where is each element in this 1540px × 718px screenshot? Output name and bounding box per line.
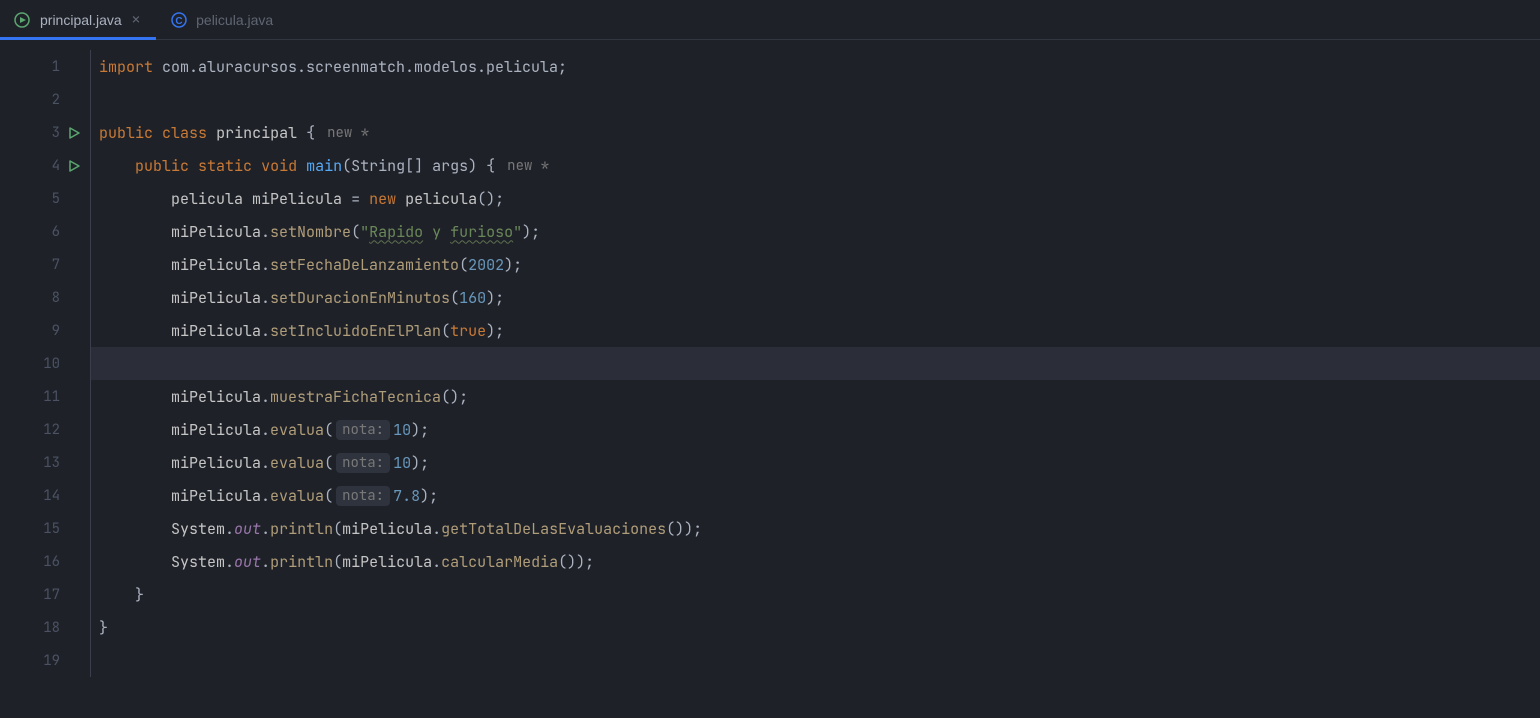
line-number: 4: [36, 157, 60, 175]
code-line[interactable]: miPelicula.muestraFichaTecnica();: [90, 380, 1540, 413]
line-number: 19: [36, 652, 60, 670]
code-editor[interactable]: 1 2 3 4 5 6 7 8 9 10 11 12 13 14 15 16 1…: [0, 40, 1540, 718]
code-line[interactable]: miPelicula.setIncluidoEnElPlan(true);: [90, 314, 1540, 347]
line-number: 14: [36, 487, 60, 505]
code-line[interactable]: miPelicula.evalua(nota:7.8);: [90, 479, 1540, 512]
tab-label: principal.java: [40, 12, 122, 28]
line-number: 7: [36, 256, 60, 274]
code-line[interactable]: [90, 83, 1540, 116]
code-line[interactable]: miPelicula.setNombre("Rapido y furioso")…: [90, 215, 1540, 248]
line-number: 2: [36, 91, 60, 109]
code-line[interactable]: miPelicula.evalua(nota:10);: [90, 413, 1540, 446]
line-number: 15: [36, 520, 60, 538]
code-line[interactable]: }: [90, 578, 1540, 611]
line-number: 12: [36, 421, 60, 439]
gutter: 1 2 3 4 5 6 7 8 9 10 11 12 13 14 15 16 1…: [0, 40, 90, 718]
code-line[interactable]: }: [90, 611, 1540, 644]
line-number: 1: [36, 58, 60, 76]
class-usage-hint: new *: [327, 124, 369, 142]
code-line[interactable]: [90, 644, 1540, 677]
run-class-icon[interactable]: [66, 126, 82, 140]
param-hint: nota:: [336, 486, 390, 506]
tab-principal-java[interactable]: principal.java ✕: [0, 0, 156, 39]
line-number: 8: [36, 289, 60, 307]
run-method-icon[interactable]: [66, 159, 82, 173]
code-text-area[interactable]: import com.aluracursos.screenmatch.model…: [90, 40, 1540, 718]
code-line[interactable]: System.out.println(miPelicula.calcularMe…: [90, 545, 1540, 578]
line-number: 17: [36, 586, 60, 604]
java-class-icon: C: [170, 11, 188, 29]
editor-tabs: principal.java ✕ C pelicula.java: [0, 0, 1540, 40]
line-number: 18: [36, 619, 60, 637]
close-icon[interactable]: ✕: [130, 9, 142, 31]
code-line-current[interactable]: [90, 347, 1540, 380]
line-number: 10: [36, 355, 60, 373]
code-line[interactable]: miPelicula.setDuracionEnMinutos(160);: [90, 281, 1540, 314]
code-line[interactable]: System.out.println(miPelicula.getTotalDe…: [90, 512, 1540, 545]
line-number: 13: [36, 454, 60, 472]
line-number: 6: [36, 223, 60, 241]
line-number: 3: [36, 124, 60, 142]
method-usage-hint: new *: [507, 157, 549, 175]
line-number: 16: [36, 553, 60, 571]
line-number: 5: [36, 190, 60, 208]
code-line[interactable]: miPelicula.setFechaDeLanzamiento(2002);: [90, 248, 1540, 281]
param-hint: nota:: [336, 420, 390, 440]
code-line[interactable]: public static void main(String[] args) {…: [90, 149, 1540, 182]
line-number: 11: [36, 388, 60, 406]
svg-text:C: C: [176, 16, 183, 27]
tab-pelicula-java[interactable]: C pelicula.java: [156, 0, 287, 39]
java-class-run-icon: [14, 11, 32, 29]
line-number: 9: [36, 322, 60, 340]
code-line[interactable]: miPelicula.evalua(nota:10);: [90, 446, 1540, 479]
code-line[interactable]: pelicula miPelicula = new pelicula();: [90, 182, 1540, 215]
code-line[interactable]: public class principal {new *: [90, 116, 1540, 149]
tab-label: pelicula.java: [196, 12, 273, 28]
code-line[interactable]: import com.aluracursos.screenmatch.model…: [90, 50, 1540, 83]
param-hint: nota:: [336, 453, 390, 473]
